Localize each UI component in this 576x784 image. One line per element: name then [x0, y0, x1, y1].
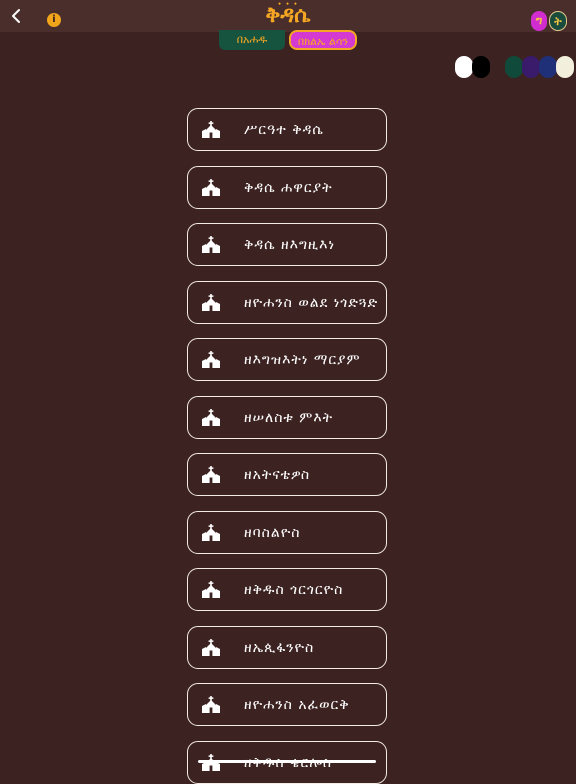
church-icon — [201, 696, 221, 713]
menu-item[interactable]: ሥርዓተ ቅዳሴ — [187, 108, 387, 151]
menu-item-label: ቅዳሴ ሐዋርያት — [244, 179, 333, 196]
swatch-white[interactable] — [455, 56, 473, 78]
church-icon — [201, 178, 221, 196]
church-icon — [201, 351, 221, 368]
menu-item-label: ዘዮሐንስ አፈወርቅ — [244, 697, 350, 713]
swatch-black[interactable] — [472, 56, 490, 78]
menu-item-label: ዘባስልዮስ — [244, 524, 301, 541]
menu-item[interactable]: ዘኤጲፋንዮስ — [187, 625, 387, 669]
tab-dual-language[interactable]: በክልኤ ልሳን — [289, 30, 357, 50]
mode-tabs: በአሐዱ በክልኤ ልሳን — [219, 30, 359, 51]
info-button[interactable]: i — [47, 13, 61, 27]
church-icon — [201, 408, 221, 426]
menu-item-label: ሥርዓተ ቅዳሴ — [244, 122, 324, 138]
church-icon — [201, 121, 221, 138]
language-tigrinya-button[interactable]: ት — [549, 11, 567, 31]
chevron-left-icon — [12, 9, 20, 23]
menu-item[interactable]: ዘእግዝእትነ ማርያም — [187, 338, 387, 381]
church-icon — [201, 466, 221, 483]
menu-item[interactable]: ዘቅዱስ ጎርጎርዮስ — [187, 568, 387, 611]
menu-item[interactable]: ዘዮሐንስ አፈወርቅ — [187, 683, 387, 726]
swatch-cream[interactable] — [556, 56, 574, 78]
top-bar: i • • • ቅዳሴ ግ ት — [0, 0, 576, 32]
church-icon — [201, 523, 221, 541]
menu-item-label: ዘሠለስቱ ምእት — [244, 409, 334, 426]
menu-item[interactable]: ቅዳሴ ዘእግዚእነ — [187, 223, 387, 266]
menu-item[interactable]: ቅዳሴ ሐዋርያት — [187, 165, 387, 209]
tab-single[interactable]: በአሐዱ — [219, 30, 285, 50]
menu-item-label: ዘቅዱስ ጎርጎርዮስ — [244, 582, 344, 598]
menu-item-label: ቅዳሴ ዘእግዚእነ — [244, 237, 336, 253]
menu-item[interactable]: ዘሠለስቱ ምእት — [187, 395, 387, 439]
title-ornament: • • • — [277, 1, 299, 8]
menu-item-label: ዘአትናቴዎስ — [244, 467, 311, 483]
menu-item-label: ዘዮሐንስ ወልደ ነጎድጓድ — [244, 294, 379, 311]
swatch-purple[interactable] — [522, 56, 540, 78]
back-button[interactable] — [8, 4, 26, 28]
home-indicator — [198, 760, 376, 763]
church-icon — [201, 638, 221, 656]
church-icon — [201, 293, 221, 311]
menu-item-label: ዘእግዝእትነ ማርያም — [244, 352, 361, 368]
church-icon — [201, 581, 221, 598]
menu-item-label: ዘኤጲፋንዮስ — [244, 639, 315, 656]
swatch-dark-green[interactable] — [505, 56, 523, 78]
menu-item[interactable]: ዘባስልዮስ — [187, 510, 387, 554]
swatch-navy[interactable] — [539, 56, 557, 78]
app-title: • • • ቅዳሴ — [240, 1, 336, 31]
church-icon — [201, 236, 221, 253]
language-geez-button[interactable]: ግ — [531, 11, 547, 31]
menu-item[interactable]: ዘዮሐንስ ወልደ ነጎድጓድ — [187, 280, 387, 324]
menu-item[interactable]: ዘአትናቴዎስ — [187, 453, 387, 496]
